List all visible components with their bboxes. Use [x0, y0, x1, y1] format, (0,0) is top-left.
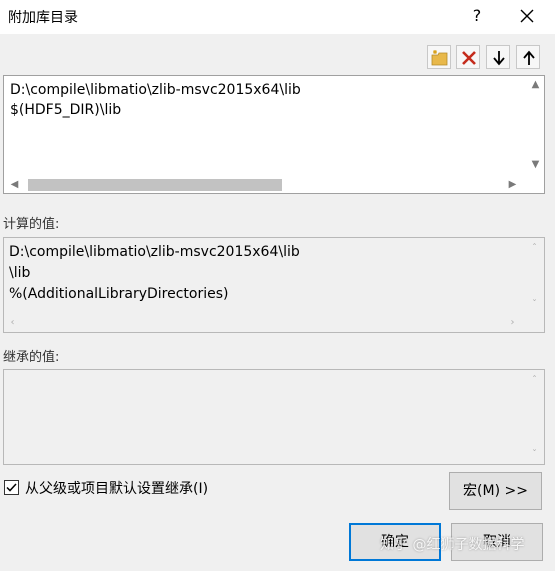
list-item: \lib: [9, 265, 31, 281]
title-bar: 附加库目录 ?: [0, 0, 555, 34]
vertical-scrollbar[interactable]: ▲ ▼: [527, 76, 544, 176]
arrow-down-icon: [493, 51, 505, 66]
close-icon: [520, 9, 534, 23]
inherited-values-label: 继承的值:: [3, 350, 60, 365]
scroll-down-icon: ˇ: [532, 449, 537, 460]
scroll-up-icon: ˆ: [532, 243, 537, 254]
computed-lines: D:\compile\libmatio\zlib-msvc2015x64\lib…: [9, 242, 300, 305]
scroll-right-icon[interactable]: ▶: [504, 176, 521, 193]
arrow-up-icon: [523, 50, 535, 65]
scroll-right-icon: ›: [510, 317, 515, 328]
list-item: D:\compile\libmatio\zlib-msvc2015x64\lib: [9, 244, 300, 260]
checkmark-icon: [6, 483, 17, 492]
computed-values-label: 计算的值:: [3, 217, 60, 232]
inherited-values-box: ˆ ˇ: [3, 369, 545, 465]
new-folder-icon: [431, 50, 448, 66]
scroll-up-icon[interactable]: ▲: [527, 76, 544, 93]
scroll-down-icon: ˇ: [532, 299, 537, 310]
horizontal-scroll-thumb[interactable]: [28, 179, 282, 191]
scroll-left-icon[interactable]: ◀: [6, 176, 23, 193]
horizontal-scrollbar[interactable]: ◀ ▶: [4, 176, 527, 193]
inherit-checkbox[interactable]: [4, 480, 19, 495]
delete-x-icon: [462, 51, 476, 65]
watermark-text: 知乎 @红狮子数据科学: [380, 537, 525, 553]
new-line-button[interactable]: [427, 45, 451, 69]
close-button[interactable]: [515, 4, 539, 28]
scroll-left-icon: ‹: [10, 317, 15, 328]
computed-values-box: D:\compile\libmatio\zlib-msvc2015x64\lib…: [3, 237, 545, 333]
window-title: 附加库目录: [8, 10, 78, 26]
inherit-checkbox-label[interactable]: 从父级或项目默认设置继承(I): [25, 478, 208, 498]
scroll-down-icon[interactable]: ▼: [527, 156, 544, 173]
help-button[interactable]: ?: [465, 4, 489, 28]
move-up-button[interactable]: [516, 45, 540, 69]
move-down-button[interactable]: [486, 45, 510, 69]
directory-list[interactable]: D:\compile\libmatio\zlib-msvc2015x64\lib…: [3, 75, 545, 194]
list-item[interactable]: $(HDF5_DIR)\lib: [10, 100, 301, 120]
scroll-up-icon: ˆ: [532, 375, 537, 386]
list-item: %(AdditionalLibraryDirectories): [9, 286, 229, 302]
delete-button[interactable]: [456, 45, 480, 69]
list-item[interactable]: D:\compile\libmatio\zlib-msvc2015x64\lib: [10, 80, 301, 100]
directory-lines[interactable]: D:\compile\libmatio\zlib-msvc2015x64\lib…: [10, 80, 301, 120]
macro-button[interactable]: 宏(M) >>: [449, 472, 542, 510]
